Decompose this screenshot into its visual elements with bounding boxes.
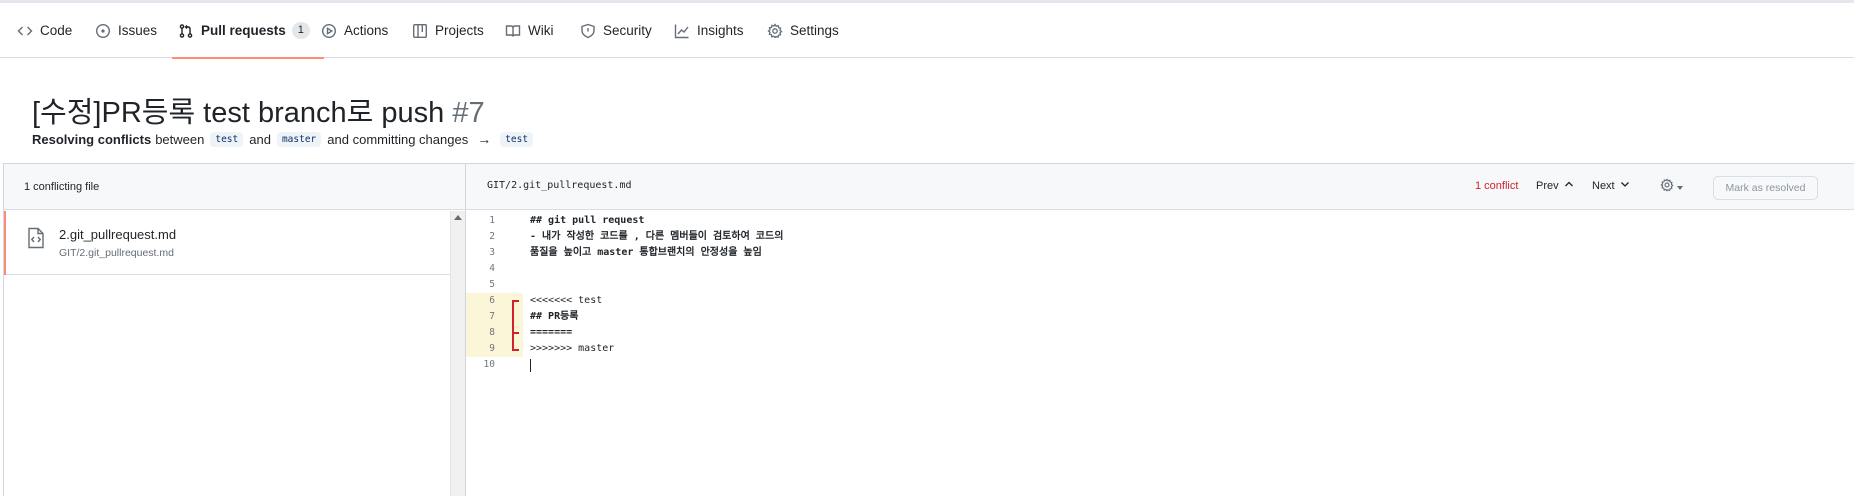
gear-icon xyxy=(767,22,783,39)
line-content: - 내가 작성한 코드를 , 다른 멤버들이 검토하여 코드의 xyxy=(530,231,784,242)
tab-projects-label: Projects xyxy=(435,23,484,38)
line-number: 4 xyxy=(489,263,495,274)
subtitle-and: and xyxy=(249,131,271,147)
graph-icon xyxy=(674,23,690,39)
gear-icon xyxy=(1660,178,1674,197)
page-title: [수정]PR등록 test branch로 push #7 xyxy=(32,89,485,131)
conflict-editor-pane: GIT/2.git_pullrequest.md 1 conflict Prev… xyxy=(465,163,1854,496)
tab-wiki[interactable]: Wiki xyxy=(505,3,554,58)
line-number: 3 xyxy=(489,247,495,258)
subtitle-committing: and committing changes xyxy=(327,131,469,147)
tab-insights[interactable]: Insights xyxy=(674,3,744,58)
tab-pull-requests[interactable]: Pull requests 1 xyxy=(172,3,324,59)
mark-as-resolved-button[interactable]: Mark as resolved xyxy=(1713,176,1818,200)
caret-down-icon xyxy=(1677,185,1683,190)
line-number: 2 xyxy=(489,231,495,242)
next-label: Next xyxy=(1592,179,1615,192)
code-icon xyxy=(17,23,33,39)
text-cursor xyxy=(530,359,531,372)
tab-security[interactable]: Security xyxy=(580,3,652,58)
conflict-subtitle: Resolving conflicts between test and mas… xyxy=(32,131,539,147)
conflict-count: 1 conflict xyxy=(1475,180,1519,192)
code-line: 10 xyxy=(466,357,1854,373)
pr-title-text: [수정]PR등록 test branch로 push xyxy=(32,97,445,129)
tab-insights-label: Insights xyxy=(697,23,744,38)
code-editor[interactable]: 1 ## git pull request 2 - 내가 작성한 코드를 , 다… xyxy=(466,211,1854,496)
subtitle-bold: Resolving conflicts xyxy=(32,131,152,147)
line-number: 1 xyxy=(489,215,495,226)
line-content: ## git pull request xyxy=(530,215,645,226)
file-name: 2.git_pullrequest.md xyxy=(59,227,177,242)
conflict-line: 8 ======= xyxy=(466,325,1854,341)
play-icon xyxy=(321,23,337,39)
line-content: <<<<<<< test xyxy=(530,295,603,306)
tab-issues[interactable]: Issues xyxy=(95,3,157,58)
scroll-up-arrow-icon[interactable] xyxy=(454,215,462,220)
file-list-scrollbar[interactable] xyxy=(450,211,466,496)
chevron-up-icon xyxy=(1559,179,1574,192)
pull-requests-count-badge: 1 xyxy=(291,22,310,39)
tab-wiki-label: Wiki xyxy=(528,23,554,38)
conflicting-files-header: 1 conflicting file xyxy=(4,164,466,210)
line-content: >>>>>>> master xyxy=(530,343,615,354)
branch-head-chip: test xyxy=(210,131,244,147)
pr-number: #7 xyxy=(452,97,485,129)
tab-code-label: Code xyxy=(40,23,73,38)
arrow-right-icon: → xyxy=(477,131,492,147)
repo-nav: Code Issues Pull requests 1 Actions Proj… xyxy=(0,3,1854,59)
tab-security-label: Security xyxy=(603,23,652,38)
line-number: 7 xyxy=(466,309,523,325)
file-path: GIT/2.git_pullrequest.md xyxy=(59,247,174,259)
conflict-line: 7 ## PR등록 xyxy=(466,309,1854,325)
tab-projects[interactable]: Projects xyxy=(412,3,484,58)
code-line: 1 ## git pull request xyxy=(466,213,1854,229)
file-diff-icon xyxy=(26,227,46,249)
branch-base-chip: master xyxy=(276,131,322,147)
tab-pull-requests-label: Pull requests xyxy=(201,23,286,38)
conflict-marker-tick xyxy=(512,300,519,302)
code-line: 4 xyxy=(466,261,1854,277)
git-pull-request-icon xyxy=(178,23,194,39)
tab-actions-label: Actions xyxy=(344,23,389,38)
tab-settings[interactable]: Settings xyxy=(767,3,839,58)
subtitle-between: between xyxy=(155,131,205,147)
table-icon xyxy=(412,23,428,39)
shield-icon xyxy=(580,23,596,39)
code-line: 3 품질을 높이고 master 통합브랜치의 안정성을 높임 xyxy=(466,245,1854,261)
branch-target-chip: test xyxy=(500,131,534,147)
next-conflict-button[interactable]: Next xyxy=(1592,179,1630,192)
tab-issues-label: Issues xyxy=(118,23,158,38)
file-list-item[interactable]: 2.git_pullrequest.md GIT/2.git_pullreque… xyxy=(4,211,450,275)
issue-icon xyxy=(95,23,111,39)
conflict-line: 9 >>>>>>> master xyxy=(466,341,1854,357)
line-content: ## PR등록 xyxy=(530,311,579,322)
conflict-marker-bracket xyxy=(512,300,514,350)
editor-file-title: GIT/2.git_pullrequest.md xyxy=(487,180,632,191)
code-line: 5 xyxy=(466,277,1854,293)
code-line: 2 - 내가 작성한 코드를 , 다른 멤버들이 검토하여 코드의 xyxy=(466,229,1854,245)
line-number: 10 xyxy=(483,359,495,370)
conflict-marker-tick xyxy=(512,332,519,334)
tab-code[interactable]: Code xyxy=(17,3,72,58)
conflict-line: 6 <<<<<<< test xyxy=(466,293,1854,309)
conflict-marker-tick xyxy=(512,349,519,351)
prev-conflict-button[interactable]: Prev xyxy=(1536,179,1574,192)
line-content: ======= xyxy=(530,327,573,338)
tab-settings-label: Settings xyxy=(790,23,839,38)
editor-settings-button[interactable] xyxy=(1660,178,1683,197)
conflicting-files-pane: 1 conflicting file 2.git_pullrequest.md … xyxy=(3,163,466,496)
editor-header: GIT/2.git_pullrequest.md 1 conflict Prev… xyxy=(466,164,1854,210)
tab-actions[interactable]: Actions xyxy=(321,3,388,58)
chevron-down-icon xyxy=(1615,179,1630,192)
line-content: 품질을 높이고 master 통합브랜치의 안정성을 높임 xyxy=(530,247,762,258)
prev-label: Prev xyxy=(1536,179,1559,192)
book-icon xyxy=(505,23,521,39)
line-number: 5 xyxy=(489,279,495,290)
